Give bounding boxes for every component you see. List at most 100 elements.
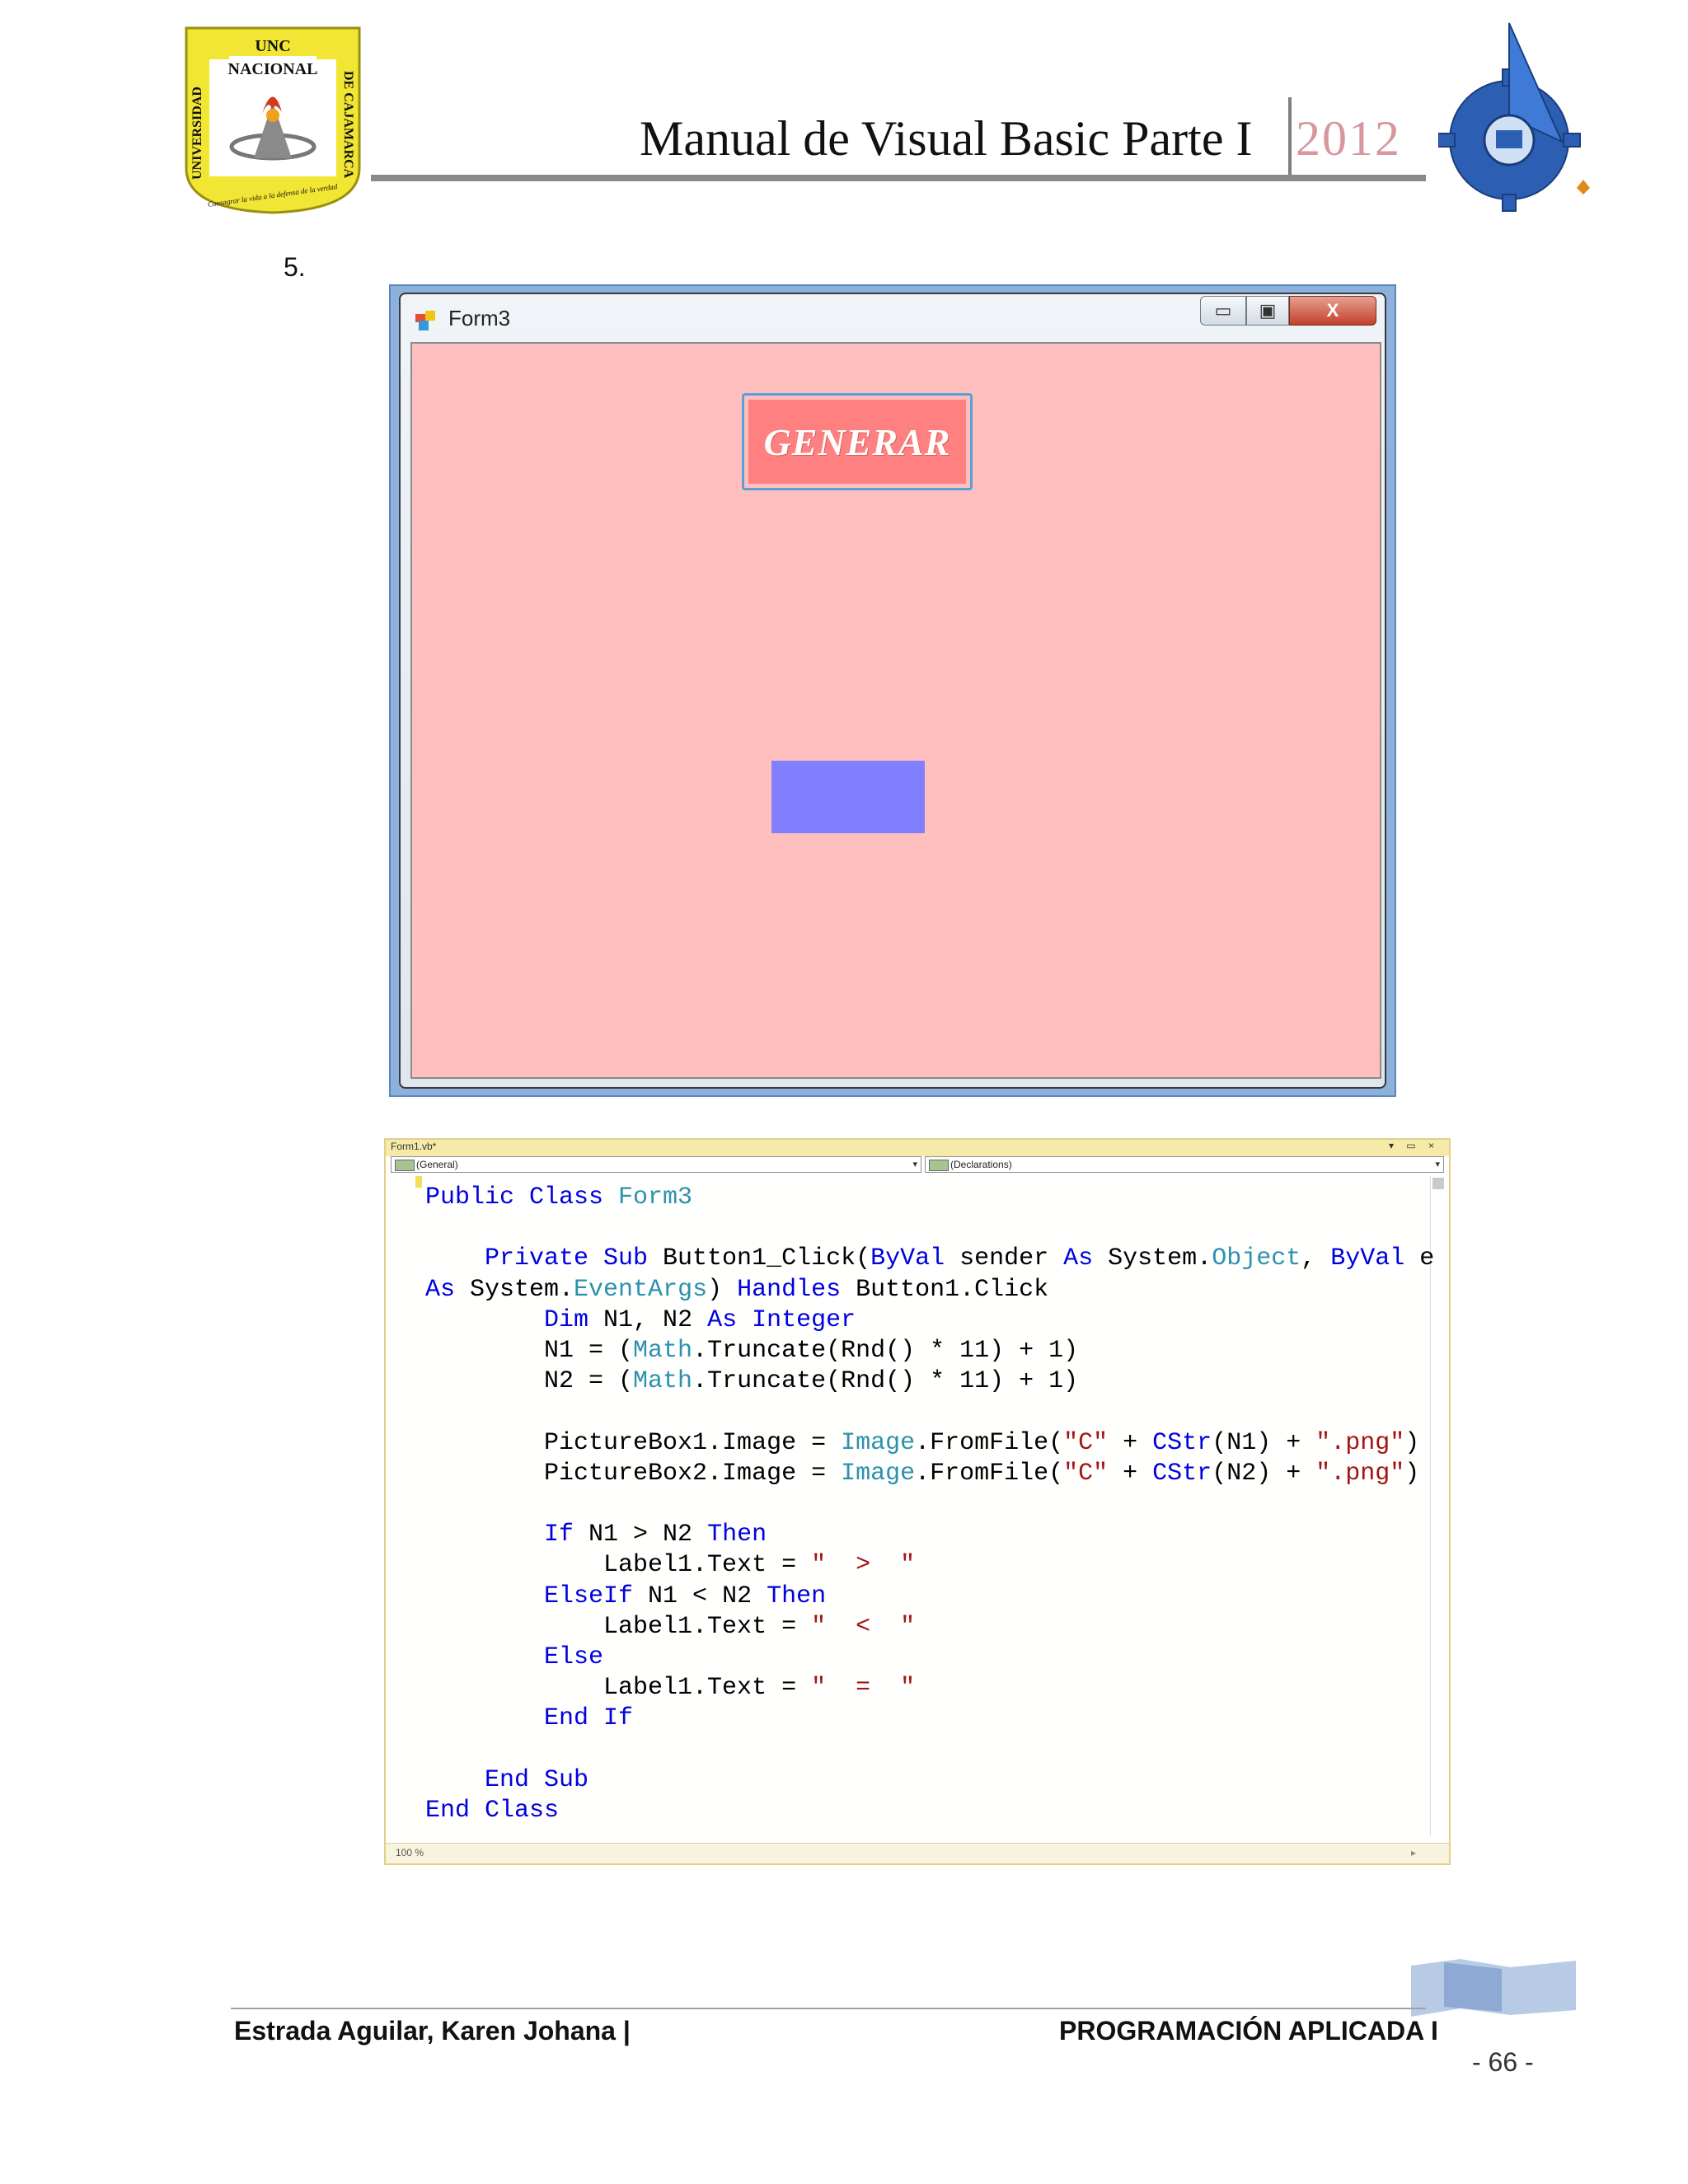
- code-token: ByVal: [870, 1244, 945, 1273]
- code-token: .Truncate(Rnd() * 11) + 1): [692, 1337, 1079, 1366]
- logo-name-text: NACIONAL: [228, 60, 318, 78]
- code-line: Label1.Text = " = ": [425, 1674, 915, 1702]
- code-editor-screenshot: Form1.vb* ▾ ▭ × (General) ▾ (Declaration…: [384, 1138, 1451, 1865]
- code-token: CStr: [1152, 1428, 1212, 1457]
- code-line: Dim N1, N2 As Integer: [425, 1306, 856, 1334]
- header-rule: [371, 175, 1426, 181]
- code-token: " > ": [811, 1551, 916, 1580]
- editor-tab[interactable]: Form1.vb*: [391, 1141, 436, 1152]
- editor-status-bar: 100 % ▸: [386, 1843, 1449, 1863]
- page-number: - 66 -: [1472, 2047, 1534, 2077]
- code-token: Math: [633, 1337, 693, 1366]
- code-token: Label1.Text =: [425, 1674, 812, 1703]
- code-token: System.: [455, 1275, 574, 1304]
- code-token: Handles: [737, 1275, 842, 1304]
- logo-side-right: DE CAJAMARCA: [341, 71, 355, 179]
- form-window: Form3 ▭ ▣ X GENERAR: [399, 293, 1386, 1089]
- code-token: End If: [425, 1704, 634, 1733]
- code-line: Private Sub Button1_Click(ByVal sender A…: [425, 1244, 1434, 1272]
- form-title: Form3: [448, 306, 511, 330]
- maximize-button[interactable]: ▣: [1246, 296, 1289, 326]
- code-line: PictureBox1.Image = Image.FromFile("C" +…: [425, 1429, 1419, 1457]
- code-token: sender: [945, 1244, 1064, 1273]
- minimize-button[interactable]: ▭: [1200, 296, 1246, 326]
- footer-decoration: [1411, 1959, 1576, 2017]
- code-token: PictureBox2.Image =: [425, 1459, 842, 1488]
- generar-button[interactable]: GENERAR: [742, 393, 973, 490]
- code-token: Button1_Click(: [663, 1244, 871, 1273]
- code-token: .Truncate(Rnd() * 11) + 1): [692, 1367, 1079, 1396]
- code-token: Public Class: [425, 1183, 619, 1212]
- code-token: CStr: [1152, 1459, 1212, 1488]
- code-token: ".png": [1315, 1459, 1405, 1488]
- code-token: Label1.Text =: [425, 1612, 812, 1641]
- code-line: End If: [425, 1704, 633, 1732]
- procedure-combo[interactable]: (Declarations) ▾: [925, 1156, 1444, 1173]
- code-token: Object: [1212, 1244, 1301, 1273]
- code-token: Math: [633, 1367, 693, 1396]
- editor-combo-bar: (General) ▾ (Declarations) ▾: [391, 1156, 1444, 1173]
- code-token: ): [1404, 1459, 1420, 1488]
- code-token: EventArgs: [574, 1275, 708, 1304]
- combo-icon: [395, 1160, 415, 1171]
- university-logo: UNC NACIONAL UNIVERSIDAD DE CAJAMARCA Co…: [185, 26, 361, 214]
- code-token: Dim: [425, 1305, 589, 1334]
- code-token: End Class: [425, 1797, 560, 1825]
- combo-icon: [929, 1160, 949, 1171]
- logo-side-left: UNIVERSIDAD: [190, 87, 204, 180]
- logo-top-text: UNC: [255, 37, 290, 55]
- code-line: Label1.Text = " < ": [425, 1613, 915, 1641]
- scroll-right-icon[interactable]: ▸: [1411, 1847, 1416, 1858]
- zoom-level[interactable]: 100 %: [396, 1847, 424, 1858]
- code-line: Label1.Text = " > ": [425, 1551, 915, 1579]
- header-title: Manual de Visual Basic Parte I: [640, 111, 1253, 166]
- code-token: ByVal: [1330, 1244, 1405, 1273]
- chevron-down-icon: ▾: [912, 1160, 917, 1169]
- code-token: PictureBox1.Image =: [425, 1428, 842, 1457]
- code-token: Private Sub: [425, 1244, 663, 1273]
- form-window-screenshot: Form3 ▭ ▣ X GENERAR: [389, 284, 1396, 1097]
- code-token: Then: [767, 1582, 827, 1610]
- code-line: Else: [425, 1643, 603, 1671]
- code-token: Then: [707, 1521, 767, 1549]
- code-token: As: [425, 1275, 456, 1304]
- code-token: N1 = (: [425, 1337, 634, 1366]
- code-token: ): [707, 1275, 738, 1304]
- faculty-gear-logo: [1438, 22, 1590, 212]
- code-line: If N1 > N2 Then: [425, 1521, 767, 1549]
- editor-tab-controls[interactable]: ▾ ▭ ×: [1389, 1140, 1439, 1151]
- code-token: N1 > N2: [574, 1521, 708, 1549]
- code-line: End Class: [425, 1797, 559, 1825]
- close-button[interactable]: X: [1289, 296, 1376, 326]
- code-token: End Sub: [425, 1765, 589, 1794]
- code-token: As Integer: [707, 1305, 856, 1334]
- step-number: 5.: [284, 252, 306, 282]
- code-token: ,: [1301, 1244, 1331, 1273]
- code-token: +: [1108, 1459, 1153, 1488]
- header-year: 2012: [1296, 111, 1401, 166]
- code-area[interactable]: Public Class Form3 Private Sub Button1_C…: [425, 1183, 1434, 1826]
- code-token: N2 = (: [425, 1367, 634, 1396]
- picture-box: [771, 761, 925, 833]
- editor-tab-bar: Form1.vb* ▾ ▭ ×: [386, 1140, 1449, 1156]
- footer-course: PROGRAMACIÓN APLICADA I: [1059, 2016, 1438, 2046]
- object-combo[interactable]: (General) ▾: [391, 1156, 921, 1173]
- code-token: "C": [1063, 1428, 1109, 1457]
- code-token: e: [1404, 1244, 1435, 1273]
- code-token: If: [425, 1521, 574, 1549]
- code-line: Public Class Form3: [425, 1183, 692, 1212]
- code-line: End Sub: [425, 1766, 588, 1794]
- code-line: N1 = (Math.Truncate(Rnd() * 11) + 1): [425, 1337, 1078, 1365]
- code-token: ".png": [1315, 1428, 1405, 1457]
- form-client-area: GENERAR: [410, 342, 1381, 1079]
- footer-rule: [231, 2008, 1426, 2009]
- code-line: N2 = (Math.Truncate(Rnd() * 11) + 1): [425, 1367, 1078, 1395]
- footer-author: Estrada Aguilar, Karen Johana |: [234, 2016, 631, 2046]
- window-controls: ▭ ▣ X: [1200, 296, 1376, 329]
- chevron-down-icon: ▾: [1435, 1160, 1440, 1169]
- code-token: "C": [1063, 1459, 1109, 1488]
- code-token: Label1.Text =: [425, 1551, 812, 1580]
- code-token: System.: [1093, 1244, 1212, 1273]
- generar-button-label: GENERAR: [748, 400, 966, 484]
- code-token: .FromFile(: [915, 1459, 1064, 1488]
